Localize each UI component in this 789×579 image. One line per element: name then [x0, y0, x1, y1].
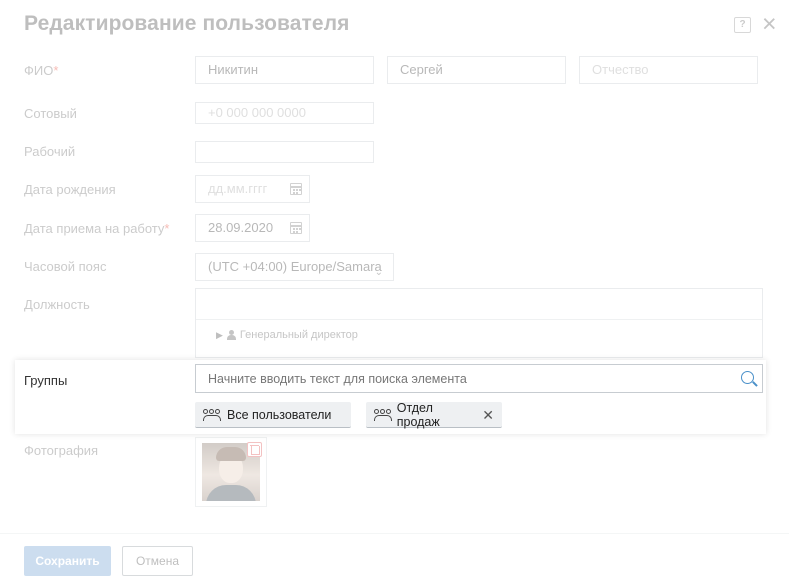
close-icon[interactable]: × — [762, 10, 777, 38]
required-mark: * — [164, 221, 170, 236]
birth-date-label: Дата рождения — [24, 182, 116, 197]
hire-date-label: Дата приема на работу* — [24, 221, 169, 236]
fio-label-text: ФИО — [24, 63, 54, 78]
required-mark: * — [53, 63, 59, 78]
group-chip-label: Все пользователи — [227, 407, 332, 422]
divider — [196, 319, 762, 320]
group-icon — [374, 408, 392, 421]
groups-panel: Группы Все пользователи Отдел продаж ✕ — [15, 360, 766, 434]
birth-date-field[interactable]: дд.мм.гггг — [195, 175, 310, 203]
search-icon[interactable] — [741, 371, 754, 384]
photo-hair — [216, 447, 246, 461]
photo-label: Фотография — [24, 443, 99, 458]
timezone-value: (UTC +04:00) Europe/Samara — [208, 259, 382, 274]
group-chip-all-users[interactable]: Все пользователи — [195, 402, 351, 428]
timezone-label: Часовой пояс — [24, 259, 107, 274]
calendar-icon[interactable] — [290, 183, 302, 195]
birth-date-placeholder: дд.мм.гггг — [208, 181, 268, 196]
expand-triangle-icon[interactable]: ▶ — [216, 330, 223, 341]
first-name-field[interactable]: Сергей — [387, 56, 566, 84]
position-field[interactable]: ▶ Генеральный директор — [195, 288, 763, 358]
person-icon — [226, 330, 236, 340]
save-button[interactable]: Сохранить — [24, 546, 111, 576]
group-chip-label: Отдел продаж — [396, 400, 440, 429]
page-title: Редактирование пользователя — [24, 12, 350, 35]
user-edit-form: Редактирование пользователя ? × ФИО* Ник… — [0, 0, 789, 579]
work-phone-field[interactable] — [195, 141, 374, 163]
trash-icon[interactable] — [247, 442, 262, 457]
calendar-icon[interactable] — [290, 222, 302, 234]
groups-search-box[interactable] — [195, 364, 763, 393]
work-phone-label: Рабочий — [24, 144, 76, 159]
group-icon — [203, 408, 221, 421]
help-icon[interactable]: ? — [734, 17, 751, 33]
groups-search-input[interactable] — [196, 365, 726, 392]
mobile-label: Сотовый — [24, 106, 77, 121]
position-tree-item-label: Генеральный директор — [239, 329, 358, 341]
photo-shoulders — [206, 485, 256, 501]
remove-chip-icon[interactable]: ✕ — [482, 408, 494, 422]
footer: Сохранить Отмена — [0, 533, 789, 579]
timezone-select[interactable]: (UTC +04:00) Europe/Samara ⌄ — [195, 253, 394, 281]
photo-frame — [195, 437, 267, 507]
middle-name-field[interactable]: Отчество — [579, 56, 758, 84]
fio-label: ФИО* — [24, 63, 58, 78]
cancel-button[interactable]: Отмена — [122, 546, 193, 576]
position-label: Должность — [24, 297, 90, 312]
hire-date-field[interactable]: 28.09.2020 — [195, 214, 310, 242]
last-name-field[interactable]: Никитин — [195, 56, 374, 84]
mobile-field[interactable]: +0 000 000 0000 — [195, 102, 374, 124]
chevron-down-icon: ⌄ — [374, 267, 383, 278]
groups-label: Группы — [24, 373, 68, 388]
hire-date-label-text: Дата приема на работу — [24, 221, 165, 236]
position-tree-item[interactable]: ▶ Генеральный директор — [216, 329, 358, 341]
hire-date-value: 28.09.2020 — [208, 220, 274, 235]
group-chip-sales[interactable]: Отдел продаж ✕ — [366, 400, 502, 429]
